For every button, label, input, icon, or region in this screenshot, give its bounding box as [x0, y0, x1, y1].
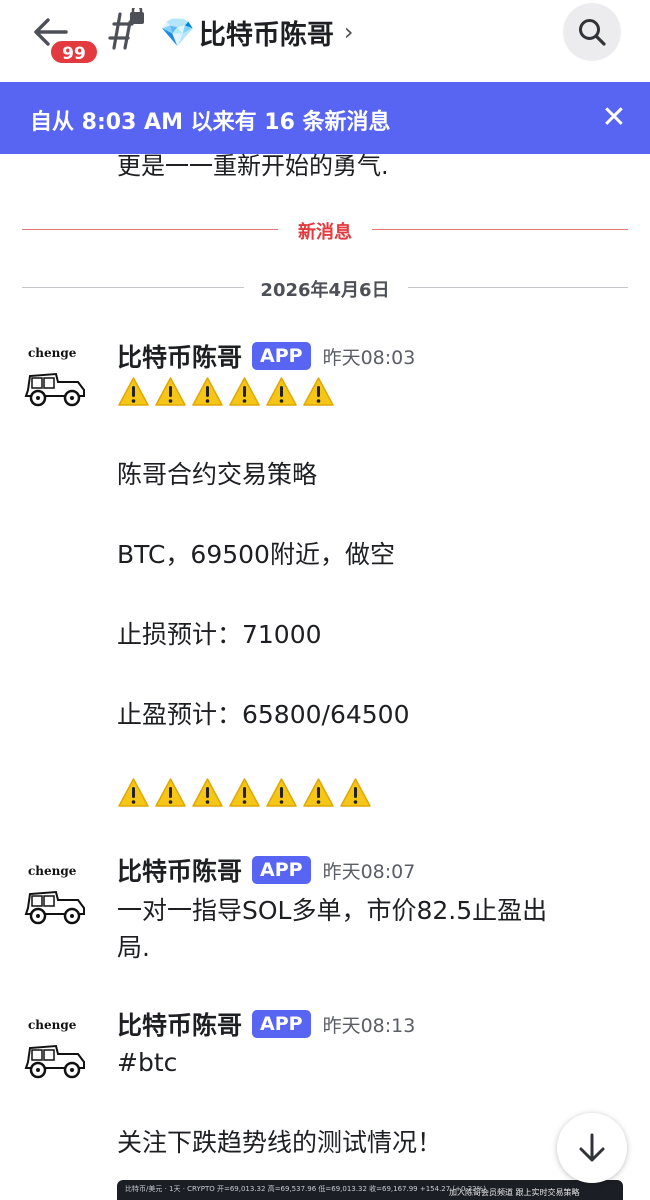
- scroll-to-bottom-button[interactable]: [557, 1113, 627, 1183]
- warning-icon: [154, 376, 187, 407]
- chevron-right-icon: ›: [343, 18, 354, 46]
- channel-title[interactable]: 💎 比特币陈哥 ›: [160, 12, 353, 52]
- message-line: 陈哥合约交易策略: [117, 460, 318, 489]
- new-messages-divider: 新消息: [22, 218, 628, 243]
- avatar-text: chenge: [28, 346, 77, 360]
- avatar-text: chenge: [28, 864, 77, 878]
- app-tag: APP: [252, 856, 311, 884]
- message-line: 止盈预计：65800/64500: [117, 700, 410, 729]
- warning-icon: [117, 376, 150, 407]
- warning-icon: [117, 777, 150, 808]
- timestamp: 昨天08:13: [322, 1014, 416, 1037]
- message-content: 一对一指导SOL多单，市价82.5止盈出 局.: [117, 892, 547, 966]
- warning-icon: [265, 376, 298, 407]
- author-name[interactable]: 比特币陈哥: [117, 852, 242, 888]
- warning-icon: [302, 777, 335, 808]
- date-label: 2026年4月6日: [260, 280, 390, 301]
- warning-icon: [154, 777, 187, 808]
- chart-image-attachment[interactable]: 比特币/美元 · 1天 · CRYPTO 开=69,013.32 高=69,53…: [117, 1180, 623, 1200]
- unread-badge: 99: [49, 39, 99, 65]
- warning-icon: [191, 777, 224, 808]
- new-messages-bar[interactable]: 自从 8:03 AM 以来有 16 条新消息 ✕: [0, 82, 650, 154]
- timestamp: 昨天08:03: [322, 346, 416, 369]
- gem-icon: 💎: [160, 15, 195, 49]
- locked-hash-icon: [104, 4, 148, 52]
- warning-icon: [265, 777, 298, 808]
- avatar[interactable]: chenge: [22, 1018, 90, 1086]
- message-line: 关注下跌趋势线的测试情况！: [117, 1128, 443, 1157]
- vintage-car-icon: [24, 372, 85, 407]
- author-name[interactable]: 比特币陈哥: [117, 338, 242, 374]
- new-messages-text: 自从 8:03 AM 以来有 16 条新消息: [30, 110, 391, 135]
- message-content: 陈哥合约交易策略 BTC，69500附近，做空 止损预计：71000 止盈预计：…: [117, 376, 409, 813]
- warning-icon: [191, 376, 224, 407]
- app-tag: APP: [252, 1010, 311, 1038]
- app-tag: APP: [252, 342, 311, 370]
- vintage-car-icon: [24, 1044, 85, 1079]
- date-divider: 2026年4月6日: [22, 276, 628, 301]
- attachment-caption: 比特币/美元 · 1天 · CRYPTO 开=69,013.32 高=69,53…: [125, 1185, 486, 1193]
- message-line: BTC，69500附近，做空: [117, 540, 395, 569]
- new-messages-label: 新消息: [298, 222, 352, 243]
- message-line: #btc: [117, 1048, 178, 1077]
- message-line: 一对一指导SOL多单，市价82.5止盈出: [117, 896, 548, 925]
- message-content: #btc 关注下跌趋势线的测试情况！: [117, 1044, 442, 1161]
- warning-icon: [228, 777, 261, 808]
- warning-row: [117, 376, 409, 412]
- message-header: 比特币陈哥 APP 昨天08:13: [117, 1006, 415, 1042]
- warning-icon: [302, 376, 335, 407]
- message-line: 局.: [117, 933, 150, 962]
- warning-icon: [339, 777, 372, 808]
- avatar-text: chenge: [28, 1018, 77, 1032]
- channel-name: 比特币陈哥: [198, 19, 334, 51]
- timestamp: 昨天08:07: [322, 860, 416, 883]
- avatar[interactable]: chenge: [22, 346, 90, 414]
- channel-header: 99 💎 比特币陈哥 ›: [0, 0, 650, 78]
- vintage-car-icon: [24, 890, 85, 925]
- search-button[interactable]: [563, 3, 621, 61]
- arrow-down-icon: [579, 1133, 605, 1162]
- close-icon[interactable]: ✕: [598, 102, 630, 134]
- warning-row: [117, 777, 409, 813]
- message-line: 止损预计：71000: [117, 620, 322, 649]
- avatar[interactable]: chenge: [22, 864, 90, 932]
- message-header: 比特币陈哥 APP 昨天08:07: [117, 852, 415, 888]
- message-header: 比特币陈哥 APP 昨天08:03: [117, 338, 415, 374]
- attachment-promo: 加入陈哥会员频道 跟上实时交易策略: [449, 1188, 580, 1197]
- author-name[interactable]: 比特币陈哥: [117, 1006, 242, 1042]
- warning-icon: [228, 376, 261, 407]
- previous-message-tail: 更是一一重新开始的勇气.: [117, 152, 389, 180]
- search-icon: [579, 19, 606, 46]
